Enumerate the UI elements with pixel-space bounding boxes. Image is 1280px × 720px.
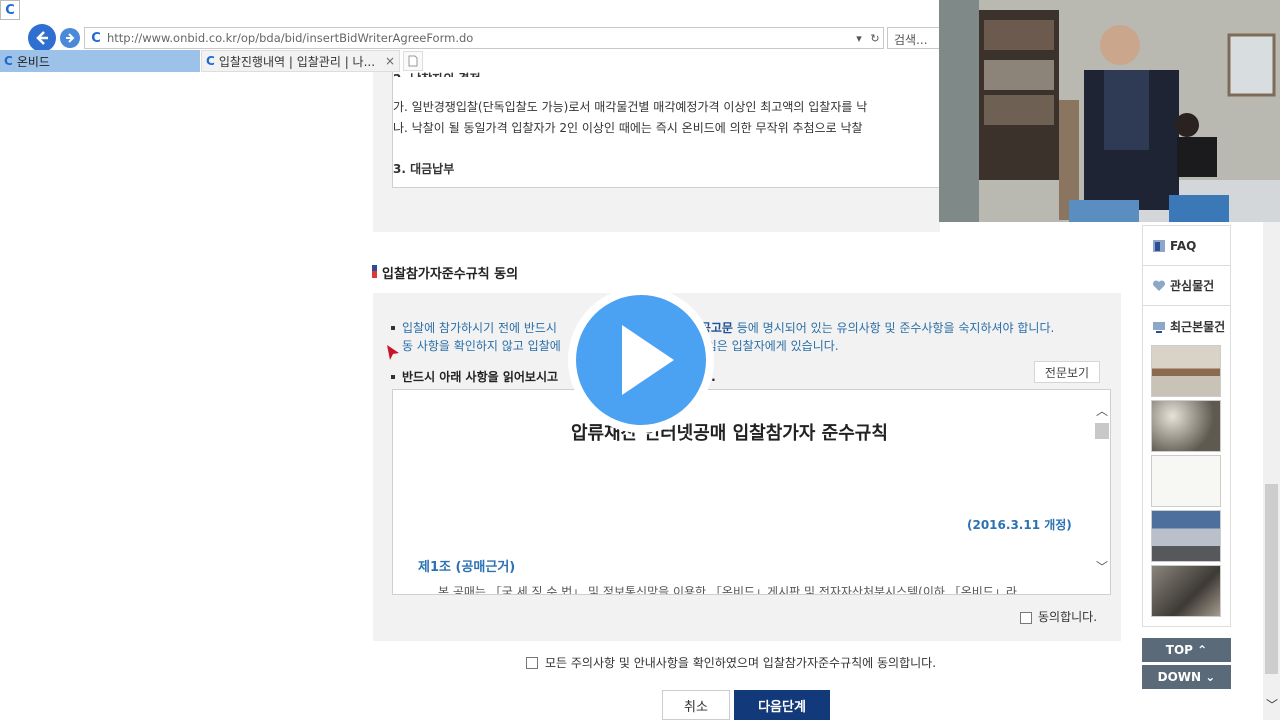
- tab-onbid[interactable]: C 온비드: [0, 50, 200, 72]
- section-marker-icon: [372, 265, 377, 278]
- browser-logo-icon: C: [0, 0, 20, 20]
- view-full-text-button[interactable]: 전문보기: [1034, 361, 1100, 383]
- dropdown-arrow-icon[interactable]: ▾: [851, 32, 867, 45]
- chevron-down-icon[interactable]: ﹀: [1096, 558, 1108, 575]
- mouse-cursor-icon: [387, 345, 399, 360]
- notice-line-2-pre: 동 사항을 확인하지 않고 입찰에: [402, 339, 561, 353]
- all-agree-checkbox[interactable]: [526, 657, 538, 669]
- tab-label: 온비드: [16, 54, 50, 69]
- all-agree-label: 모든 주의사항 및 안내사항을 확인하였으며 입찰참가자준수규칙에 동의합니다.: [545, 656, 937, 670]
- chevron-up-icon[interactable]: ︿: [1096, 402, 1108, 419]
- agree-checkbox[interactable]: [1020, 612, 1032, 624]
- recent-item-thumbnail-1[interactable]: [1151, 345, 1221, 397]
- arrow-left-icon: [36, 31, 48, 45]
- address-bar[interactable]: C http://www.onbid.co.kr/op/bda/bid/inse…: [84, 27, 884, 49]
- play-icon: [622, 325, 674, 395]
- chevron-down-icon[interactable]: ﹀: [1266, 696, 1278, 713]
- tab-favicon-icon: C: [4, 54, 13, 68]
- rules-line-a: 가. 일반경쟁입찰(단독입찰도 가능)로서 매각물건별 매각예정가격 이상인 최…: [393, 100, 868, 114]
- recent-item-thumbnail-4[interactable]: [1151, 510, 1221, 562]
- back-button[interactable]: [28, 24, 56, 52]
- rules-article-1-text: 본 공매는 「국 세 징 수 법」 및 정보통신망을 이용한 「온비드」게시판 …: [438, 586, 1017, 594]
- tab-label: 입찰진행내역 | 입찰관리 | 나...: [218, 54, 376, 69]
- page-scrollbar-thumb[interactable]: [1265, 484, 1278, 674]
- notice-line-1-pre: 입찰에 참가하시기 전에 반드시: [402, 321, 561, 335]
- site-favicon-icon: C: [91, 30, 101, 46]
- scroll-top-button[interactable]: TOP ⌃: [1142, 638, 1231, 662]
- scrollbar-thumb[interactable]: [1095, 423, 1109, 439]
- refresh-icon[interactable]: ↻: [867, 32, 883, 45]
- webcam-image: [939, 0, 1280, 222]
- notice-line-1: 입찰에 참가하시기 전에 반드시 매공고문 등에 명시되어 있는 유의사항 및 …: [402, 319, 1054, 336]
- recent-item-thumbnail-2[interactable]: [1151, 400, 1221, 452]
- browser-chrome: C C http://www.onbid.co.kr/op/bda/bid/in…: [0, 0, 940, 72]
- address-url[interactable]: http://www.onbid.co.kr/op/bda/bid/insert…: [107, 31, 851, 45]
- rules-line-b: 나. 낙찰이 될 동일가격 입찰자가 2인 이상인 때에는 즉시 온비드에 의한…: [393, 121, 863, 135]
- rules-article-1: 제1조 (공매근거): [418, 560, 516, 575]
- page-scrollbar[interactable]: ﹀: [1263, 222, 1280, 720]
- recent-item-thumbnail-5[interactable]: [1151, 565, 1221, 617]
- section-title: 입찰참가자준수규칙 동의: [382, 267, 519, 282]
- chevron-down-icon: ⌄: [1205, 670, 1216, 684]
- quick-menu-recent-label: 최근본물건: [1170, 320, 1226, 334]
- quick-menu-faq[interactable]: FAQ: [1142, 226, 1231, 266]
- video-play-button[interactable]: [568, 287, 714, 433]
- tab-favicon-icon: C: [206, 54, 215, 68]
- recent-item-thumbnail-3[interactable]: [1151, 455, 1221, 507]
- quick-menu-interest[interactable]: 관심물건: [1142, 266, 1231, 306]
- arrow-right-icon: [66, 33, 75, 43]
- faq-icon: [1153, 239, 1165, 252]
- bullet-icon: [391, 375, 395, 379]
- next-step-button[interactable]: 다음단계: [734, 690, 830, 720]
- tab-bid-history[interactable]: C 입찰진행내역 | 입찰관리 | 나... ×: [201, 50, 400, 72]
- read-instruction-pre: 반드시 아래 사항을 읽어보시고: [402, 370, 559, 384]
- forward-button[interactable]: [60, 28, 80, 48]
- rules-frame-scrollbar[interactable]: ︿ ﹀: [1094, 400, 1110, 580]
- quick-menu-interest-label: 관심물건: [1170, 279, 1215, 293]
- webcam-video-overlay: [939, 0, 1280, 222]
- chevron-up-icon: ⌃: [1197, 643, 1208, 657]
- rules-document-date: (2016.3.11 개정): [967, 518, 1072, 532]
- quick-menu-recent[interactable]: 최근본물건: [1152, 318, 1225, 335]
- cancel-button[interactable]: 취소: [662, 690, 730, 720]
- scroll-down-button[interactable]: DOWN ⌄: [1142, 665, 1231, 689]
- scroll-top-label: TOP: [1165, 643, 1193, 657]
- heart-icon: [1152, 279, 1166, 291]
- monitor-icon: [1153, 321, 1165, 333]
- rules-heading-3: 3. 대금납부: [393, 162, 455, 176]
- rules-heading-2: 2. 낙찰자의 결정: [393, 66, 481, 77]
- scroll-down-label: DOWN: [1157, 670, 1202, 684]
- quick-menu-faq-label: FAQ: [1170, 238, 1197, 253]
- notice-line-1-post: 등에 명시되어 있는 유의사항 및 준수사항을 숙지하셔야 합니다.: [732, 321, 1055, 335]
- search-input[interactable]: 검색...: [887, 27, 940, 49]
- bullet-icon: [391, 326, 395, 330]
- agree-label: 동의합니다.: [1038, 610, 1098, 624]
